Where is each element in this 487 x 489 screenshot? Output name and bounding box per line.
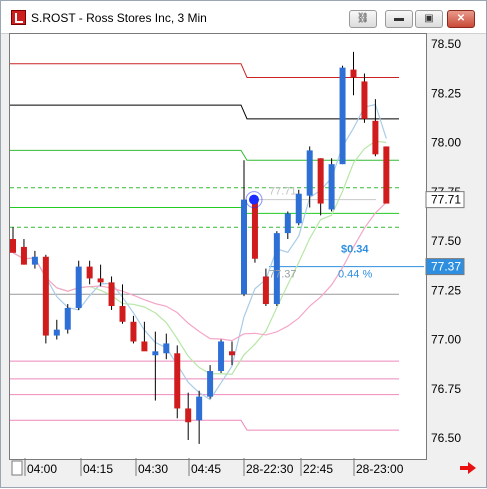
candle-body bbox=[383, 146, 390, 204]
candle-body bbox=[372, 120, 379, 155]
x-tick-label: 04:15 bbox=[83, 462, 113, 476]
candle-body bbox=[10, 239, 16, 253]
price-chart[interactable]: $0.34 0.44 % 77.71 77.37 78.50 78.25 78.00 77.7… bbox=[1, 1, 487, 489]
entry-marker bbox=[249, 194, 259, 205]
candle-body bbox=[31, 256, 38, 265]
scroll-right-arrow[interactable] bbox=[459, 461, 477, 475]
candle-body bbox=[350, 69, 357, 78]
candle-body bbox=[75, 266, 82, 308]
y-tick-label: 76.50 bbox=[431, 431, 461, 445]
y-tick-label: 78.25 bbox=[431, 86, 461, 100]
candle-body bbox=[284, 213, 291, 234]
candle-body bbox=[241, 199, 247, 295]
x-axis-scroll-box bbox=[11, 460, 23, 476]
candle-body bbox=[229, 351, 235, 356]
candle-body bbox=[361, 81, 368, 119]
candle-body bbox=[317, 158, 324, 204]
candle-body bbox=[207, 371, 214, 397]
y-tick-label: 76.75 bbox=[431, 382, 461, 396]
candle-body bbox=[339, 67, 346, 165]
candle-body bbox=[174, 353, 181, 409]
x-tick-label: 04:00 bbox=[27, 462, 57, 476]
y-tick-label: 77.50 bbox=[431, 234, 461, 248]
moving-average-fast bbox=[12, 103, 387, 401]
chart-window: S.ROST - Ross Stores Inc, 3 Min ⛓ ▬ ▣ ✕ … bbox=[0, 0, 487, 488]
candle-body bbox=[53, 329, 60, 336]
candle-body bbox=[152, 351, 159, 356]
candle-body bbox=[218, 341, 225, 372]
candle-body bbox=[97, 278, 104, 283]
current-price-label: 77.37 bbox=[269, 269, 297, 281]
x-tick-label: 28-23:00 bbox=[356, 462, 404, 476]
candle-body bbox=[185, 408, 192, 423]
candle-body bbox=[262, 276, 269, 305]
price-tag-label: 77.71 bbox=[431, 193, 461, 207]
candle-body bbox=[251, 199, 258, 259]
green-mid-line bbox=[10, 207, 399, 214]
pink-low-line-4 bbox=[10, 419, 399, 431]
candle-body bbox=[163, 343, 170, 354]
x-tick-label: 22:45 bbox=[303, 462, 333, 476]
candle-body bbox=[119, 306, 126, 322]
candle-body bbox=[42, 256, 49, 336]
y-tick-label: 78.00 bbox=[431, 136, 461, 150]
candle-body bbox=[306, 150, 313, 196]
candle-body bbox=[20, 246, 27, 265]
y-tick-label: 77.25 bbox=[431, 283, 461, 297]
x-tick-label: 04:45 bbox=[191, 462, 221, 476]
candle-body bbox=[108, 282, 115, 307]
candle-body bbox=[196, 396, 203, 421]
candle-body bbox=[295, 193, 302, 224]
candle-body bbox=[141, 341, 148, 352]
candle-body bbox=[328, 164, 335, 210]
candle-body bbox=[130, 321, 137, 342]
pl-percent-label: 0.44 % bbox=[338, 269, 372, 281]
entry-price-label: 77.71 bbox=[269, 186, 297, 198]
x-tick-label: 04:30 bbox=[138, 462, 168, 476]
price-tag-label: 77.37 bbox=[431, 260, 461, 274]
x-tick-label: 28-22:30 bbox=[246, 462, 294, 476]
y-tick-label: 77.00 bbox=[431, 333, 461, 347]
y-tick-label: 78.50 bbox=[431, 37, 461, 51]
pl-dollar-label: $0.34 bbox=[341, 244, 369, 256]
candle-body bbox=[86, 266, 93, 279]
candle-body bbox=[64, 307, 71, 330]
